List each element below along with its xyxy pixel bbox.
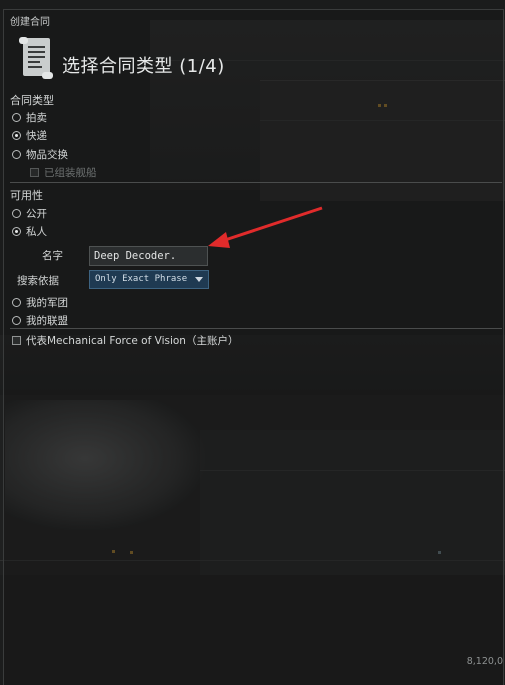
search-by-label: 搜索依据: [17, 275, 59, 287]
name-input[interactable]: Deep Decoder.: [89, 246, 208, 266]
radio-public[interactable]: 公开: [12, 206, 47, 221]
radio-public-indicator[interactable]: [12, 209, 21, 218]
radio-my-corp-label: 我的军团: [26, 297, 68, 309]
radio-auction-label: 拍卖: [26, 112, 47, 124]
page-title: 选择合同类型 (1/4): [62, 56, 225, 77]
availability-label: 可用性: [10, 189, 43, 202]
radio-auction-indicator[interactable]: [12, 113, 21, 122]
checkbox-assembled-ships-box[interactable]: [30, 168, 39, 177]
radio-private-label: 私人: [26, 226, 47, 238]
radio-courier-indicator[interactable]: [12, 131, 21, 140]
radio-my-alliance-indicator[interactable]: [12, 316, 21, 325]
radio-auction[interactable]: 拍卖: [12, 110, 47, 125]
radio-private[interactable]: 私人: [12, 224, 47, 239]
radio-courier[interactable]: 快递: [12, 128, 47, 143]
radio-item-exchange-label: 物品交换: [26, 149, 68, 161]
checkbox-on-behalf-label: 代表Mechanical Force of Vision（主账户）: [26, 335, 239, 347]
divider: [10, 182, 502, 183]
name-label: 名字: [42, 250, 63, 262]
radio-item-exchange-indicator[interactable]: [12, 150, 21, 159]
radio-my-corp[interactable]: 我的军团: [12, 295, 68, 310]
radio-public-label: 公开: [26, 208, 47, 220]
radio-private-indicator[interactable]: [12, 227, 21, 236]
checkbox-assembled-ships-label: 已组装舰船: [44, 167, 97, 179]
checkbox-on-behalf-box[interactable]: [12, 336, 21, 345]
chevron-down-icon: [195, 277, 203, 282]
contract-scroll-icon: [19, 37, 53, 79]
window-title: 创建合同: [10, 17, 50, 28]
radio-item-exchange[interactable]: 物品交换: [12, 147, 68, 162]
radio-courier-label: 快递: [26, 130, 47, 142]
divider: [10, 328, 502, 329]
checkbox-on-behalf[interactable]: 代表Mechanical Force of Vision（主账户）: [12, 333, 238, 348]
radio-my-alliance-label: 我的联盟: [26, 315, 68, 327]
checkbox-assembled-ships[interactable]: 已组装舰船: [30, 165, 97, 180]
radio-my-alliance[interactable]: 我的联盟: [12, 313, 68, 328]
search-by-select[interactable]: Only Exact Phrase: [89, 270, 209, 289]
create-contract-window: 创建合同 选择合同类型 (1/4) 合同类型 拍卖 快递 物品交换 已组装舰船 …: [3, 9, 504, 685]
corner-value: 8,120,0: [466, 656, 503, 667]
search-by-select-value: Only Exact Phrase: [95, 274, 188, 284]
contract-type-label: 合同类型: [10, 94, 54, 107]
radio-my-corp-indicator[interactable]: [12, 298, 21, 307]
